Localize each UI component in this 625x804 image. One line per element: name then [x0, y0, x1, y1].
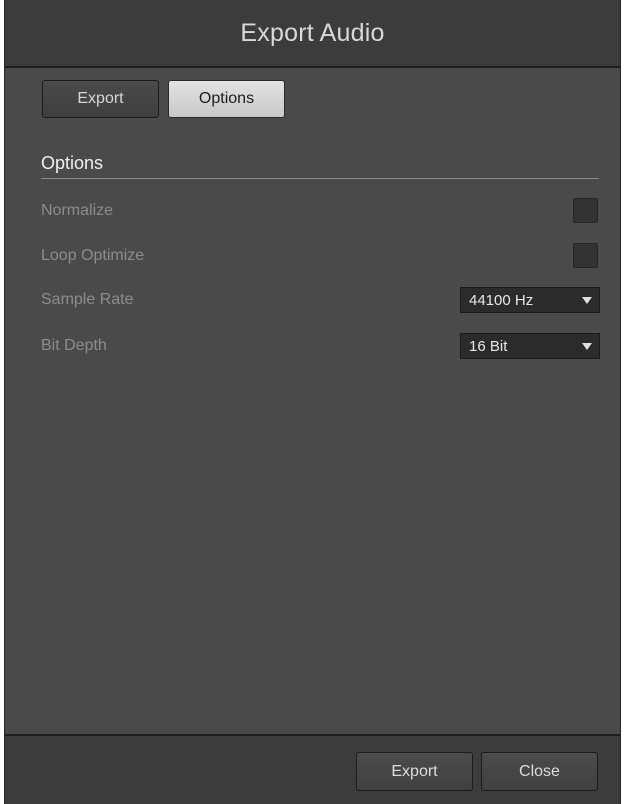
title-bar: Export Audio [5, 0, 620, 68]
sample-rate-label: Sample Rate [41, 291, 134, 308]
bit-depth-value: 16 Bit [469, 337, 508, 355]
tab-export[interactable]: Export [42, 80, 159, 118]
loop-optimize-checkbox[interactable] [573, 243, 598, 268]
export-button[interactable]: Export [356, 752, 473, 791]
sample-rate-select[interactable]: 44100 Hz [460, 287, 600, 313]
triangle-down-icon [582, 296, 592, 304]
options-section-title: Options [41, 153, 104, 173]
section-divider [41, 178, 599, 179]
loop-optimize-label: Loop Optimize [41, 247, 145, 264]
bit-depth-select[interactable]: 16 Bit [460, 333, 600, 359]
export-audio-dialog: Export Audio Export Options Options Norm… [4, 0, 621, 804]
close-button[interactable]: Close [481, 752, 598, 791]
normalize-label: Normalize [41, 202, 114, 219]
normalize-checkbox[interactable] [573, 198, 598, 223]
triangle-down-icon [582, 342, 592, 350]
tab-options[interactable]: Options [168, 80, 285, 118]
dialog-title: Export Audio [240, 18, 385, 47]
bit-depth-label: Bit Depth [41, 337, 107, 354]
sample-rate-value: 44100 Hz [469, 291, 534, 309]
